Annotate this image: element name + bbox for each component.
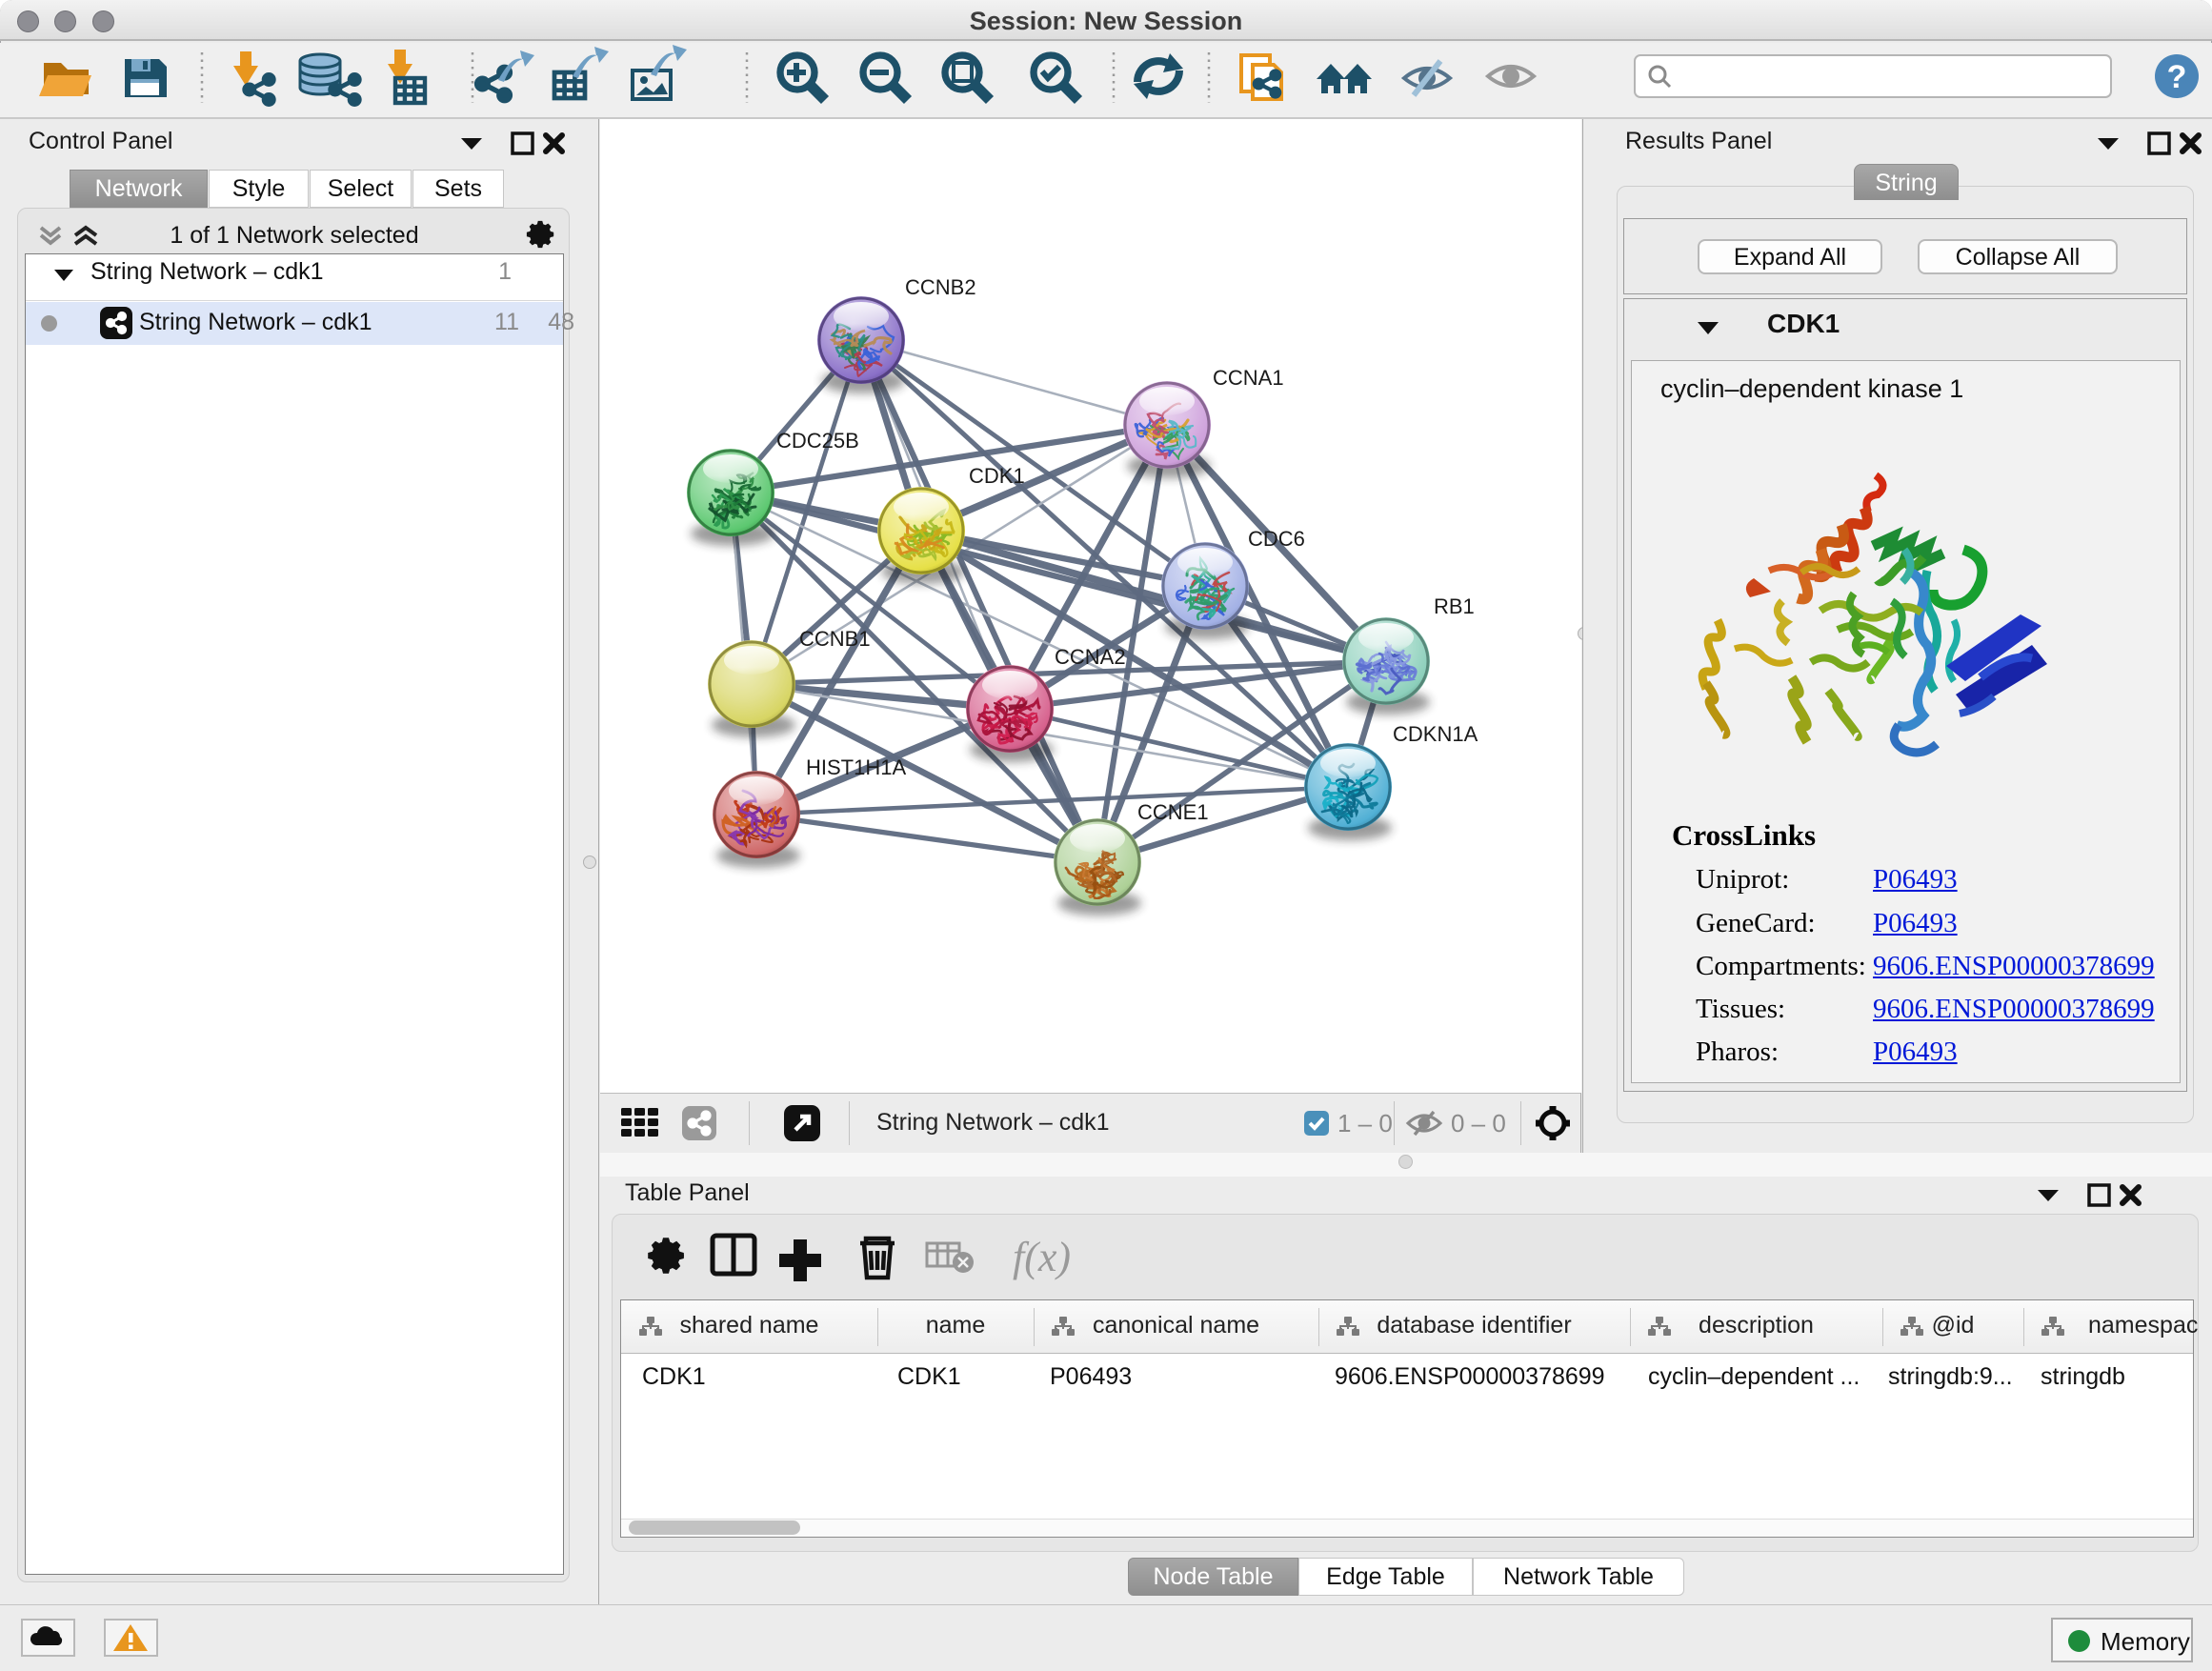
svg-text:RB1: RB1: [1434, 594, 1475, 618]
svg-text:CDC6: CDC6: [1248, 527, 1305, 551]
svg-text:CCNA2: CCNA2: [1055, 645, 1126, 669]
svg-text:CDKN1A: CDKN1A: [1393, 722, 1478, 746]
svg-text:f(x): f(x): [1013, 1234, 1071, 1280]
svg-text:HIST1H1A: HIST1H1A: [806, 755, 906, 779]
svg-text:CDK1: CDK1: [969, 464, 1025, 488]
svg-text:CCNA1: CCNA1: [1213, 366, 1284, 390]
svg-text:?: ?: [2167, 59, 2187, 95]
svg-text:CCNB1: CCNB1: [799, 627, 871, 651]
svg-text:CCNB2: CCNB2: [905, 275, 976, 299]
svg-text:CDC25B: CDC25B: [776, 429, 859, 453]
svg-text:CCNE1: CCNE1: [1137, 800, 1209, 824]
